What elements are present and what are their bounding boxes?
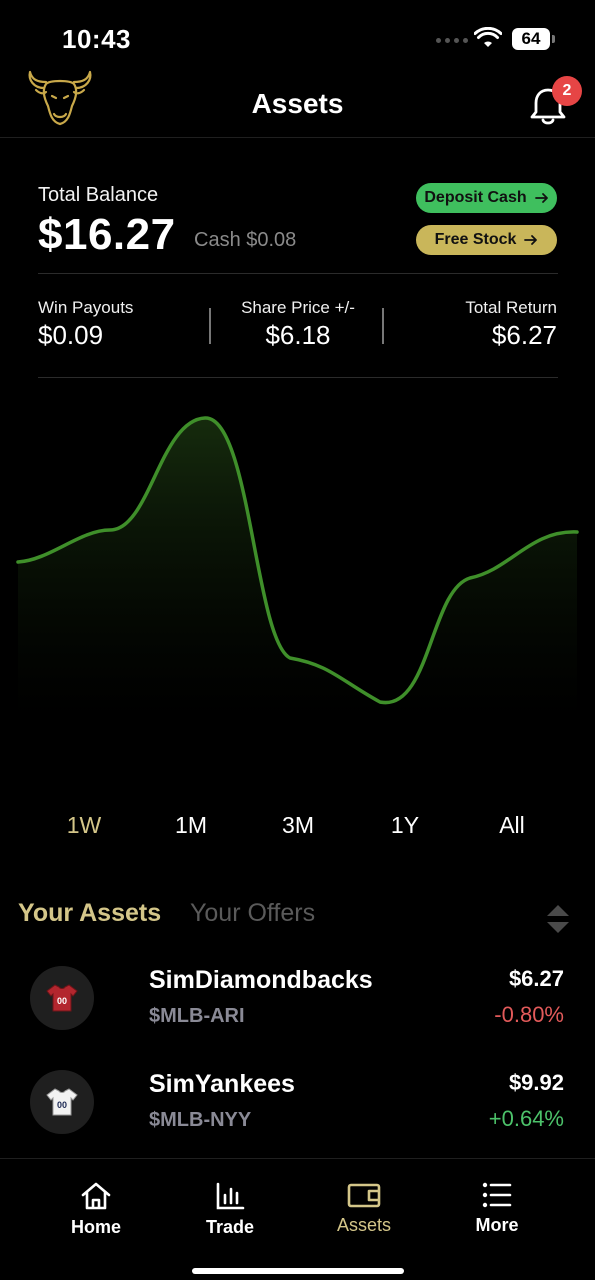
- wallet-icon: [347, 1183, 381, 1208]
- stat-separator: [382, 308, 384, 344]
- nav-label: Trade: [205, 1217, 255, 1237]
- nav-home[interactable]: Home: [41, 1181, 151, 1238]
- stat-label: Share Price +/-: [241, 298, 355, 317]
- range-3m[interactable]: 3M: [282, 812, 314, 839]
- jersey-avatar: 00: [30, 1070, 94, 1134]
- tab-your-assets[interactable]: Your Assets: [18, 899, 161, 928]
- stat-value: $0.09: [38, 320, 104, 350]
- range-1y[interactable]: 1Y: [391, 812, 419, 839]
- total-balance-label: Total Balance: [38, 184, 159, 206]
- page-title: Assets: [251, 88, 344, 119]
- list-item[interactable]: 00 SimDiamondbacks $MLB-ARI $6.27 -0.80%: [0, 950, 595, 1050]
- free-stock-button[interactable]: Free Stock: [416, 225, 557, 255]
- cash-balance: Cash $0.08: [194, 229, 297, 251]
- free-stock-label: Free Stock: [434, 231, 517, 248]
- stat-label: Total Return: [465, 298, 557, 317]
- asset-change: +0.64%: [488, 1106, 564, 1131]
- list-item[interactable]: 00 SimYankees $MLB-NYY $9.92 +0.64%: [0, 1054, 595, 1154]
- jersey-icon: 00: [46, 984, 78, 1012]
- asset-price: $6.27: [508, 966, 564, 991]
- list-icon: [482, 1182, 512, 1208]
- bar-chart-icon: [216, 1182, 245, 1210]
- arrow-right-icon: [534, 193, 548, 203]
- stat-value: $6.27: [491, 320, 557, 350]
- win-payouts-stat: Win Payouts $0.09: [38, 298, 133, 351]
- jersey-number: 00: [57, 1100, 67, 1110]
- nav-trade[interactable]: Trade: [175, 1181, 285, 1238]
- wifi-icon: [474, 27, 502, 47]
- nav-more[interactable]: More: [442, 1181, 552, 1236]
- asset-ticker: $MLB-ARI: [149, 1005, 245, 1027]
- home-indicator: [192, 1268, 404, 1274]
- status-time: 10:43: [62, 24, 131, 54]
- share-price-stat: Share Price +/- $6.18: [238, 298, 358, 351]
- total-return-stat: Total Return $6.27: [420, 298, 557, 351]
- range-all[interactable]: All: [499, 812, 525, 839]
- asset-name: SimDiamondbacks: [149, 966, 373, 994]
- divider: [38, 273, 558, 274]
- asset-name: SimYankees: [149, 1070, 295, 1098]
- stat-separator: [209, 308, 211, 344]
- stat-value: $6.18: [265, 320, 331, 350]
- balance-chart[interactable]: [0, 390, 595, 730]
- battery-indicator: 64: [512, 28, 555, 50]
- total-balance-value: $16.27: [38, 210, 176, 259]
- range-1w[interactable]: 1W: [67, 812, 102, 839]
- range-1m[interactable]: 1M: [175, 812, 207, 839]
- jersey-icon: 00: [46, 1088, 78, 1116]
- nav-assets[interactable]: Assets: [309, 1181, 419, 1236]
- status-bar: 10:43 64: [0, 0, 595, 62]
- nav-label: Assets: [336, 1215, 392, 1235]
- home-icon: [81, 1182, 111, 1210]
- sort-icon[interactable]: [545, 903, 571, 935]
- jersey-avatar: 00: [30, 966, 94, 1030]
- asset-change: -0.80%: [494, 1002, 564, 1027]
- tab-your-offers[interactable]: Your Offers: [190, 899, 315, 928]
- asset-price: $9.92: [508, 1070, 564, 1095]
- deposit-cash-button[interactable]: Deposit Cash: [416, 183, 557, 213]
- jersey-number: 00: [57, 996, 67, 1006]
- nav-label: Home: [70, 1217, 121, 1237]
- stat-label: Win Payouts: [38, 298, 134, 317]
- nav-label: More: [475, 1215, 519, 1235]
- bottom-nav: Home Trade Assets More: [0, 1158, 595, 1280]
- divider: [38, 377, 558, 378]
- notification-badge: 2: [552, 76, 582, 106]
- arrow-right-icon: [524, 235, 538, 245]
- deposit-cash-label: Deposit Cash: [424, 189, 527, 206]
- header: Assets: [0, 62, 595, 138]
- asset-ticker: $MLB-NYY: [149, 1109, 252, 1131]
- cellular-signal-icon: [436, 38, 468, 43]
